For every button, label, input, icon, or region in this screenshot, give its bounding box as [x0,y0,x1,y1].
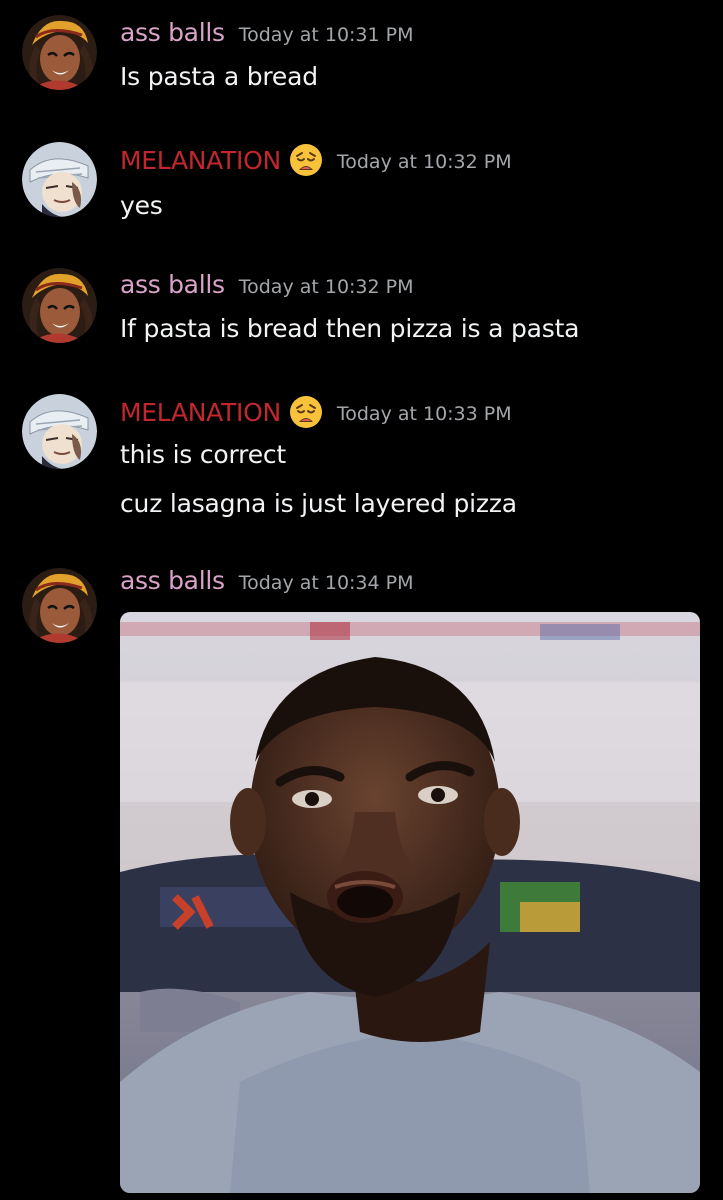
message-text: If pasta is bread then pizza is a pasta [120,314,580,343]
message-text: yes [120,191,163,220]
message-text: Is pasta a bread [120,62,318,91]
weary-face-emoji-icon [289,395,323,429]
author-name[interactable]: ass balls [120,566,225,595]
cartoon-girl-avatar-icon [22,568,97,643]
message-timestamp: Today at 10:31 PM [238,23,414,46]
anime-bandaged-avatar-icon [22,394,97,469]
avatar[interactable] [22,568,97,643]
author-name[interactable]: MELANATION [120,146,281,175]
message-timestamp: Today at 10:32 PM [238,275,414,298]
author-name[interactable]: MELANATION [120,398,281,427]
avatar[interactable] [22,394,97,469]
message-text: this is correct [120,440,287,469]
author-name[interactable]: ass balls [120,18,225,47]
author-name[interactable]: ass balls [120,270,225,299]
reaction-gif-attachment[interactable] [120,612,700,1193]
confused-man-image [120,612,700,1193]
avatar[interactable] [22,142,97,217]
anime-bandaged-avatar-icon [22,142,97,217]
weary-face-emoji-icon [289,143,323,177]
cartoon-girl-avatar-icon [22,15,97,90]
message-timestamp: Today at 10:32 PM [336,151,512,173]
message-text: cuz lasagna is just layered pizza [120,489,517,518]
cartoon-girl-avatar-icon [22,268,97,343]
message-timestamp: Today at 10:33 PM [336,403,512,425]
avatar[interactable] [22,15,97,90]
avatar[interactable] [22,268,97,343]
message-timestamp: Today at 10:34 PM [238,571,414,594]
